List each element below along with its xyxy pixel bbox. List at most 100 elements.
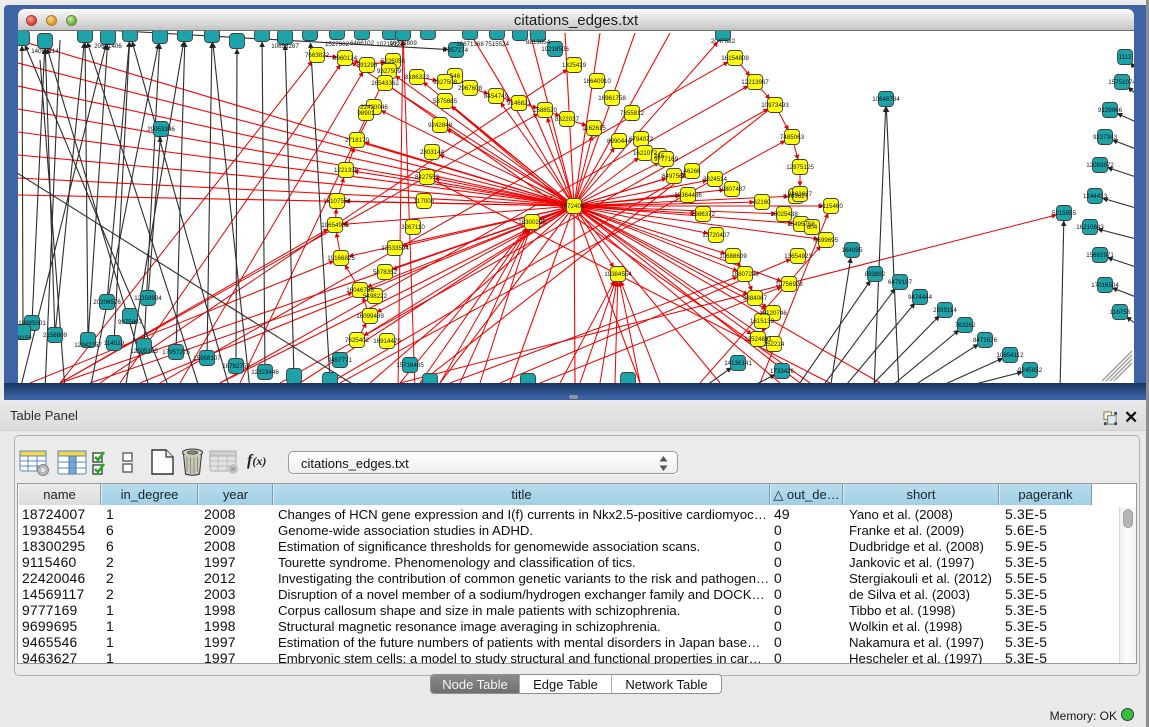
svg-text:12323446: 12323446 [251,369,279,376]
svg-text:62160: 62160 [753,199,771,206]
svg-text:10671368: 10671368 [456,41,484,48]
svg-text:114519: 114519 [104,340,125,347]
svg-text:13720407: 13720407 [702,232,730,239]
svg-text:8454749: 8454749 [484,93,509,100]
svg-text:604: 604 [807,224,818,231]
svg-text:18985001: 18985001 [18,320,46,327]
svg-text:16782759: 16782759 [222,363,250,370]
svg-text:20364436: 20364436 [674,192,702,199]
svg-text:13533594: 13533594 [381,245,409,252]
svg-text:10025438: 10025438 [770,211,798,218]
svg-text:9227343: 9227343 [1093,134,1118,141]
svg-text:10653287: 10653287 [271,43,299,50]
svg-text:10807487: 10807487 [718,186,746,193]
svg-text:1615132: 1615132 [750,318,775,325]
svg-text:1112: 1112 [1119,54,1132,61]
svg-text:9146821: 9146821 [507,100,532,107]
svg-text:252214: 252214 [764,341,785,348]
svg-text:6794072: 6794072 [629,136,654,143]
svg-text:164095: 164095 [842,247,863,254]
svg-text:16033809: 16033809 [389,40,417,47]
svg-text:29053346: 29053346 [147,126,175,133]
svg-text:10973493: 10973493 [761,102,789,109]
svg-text:1733426: 1733426 [770,368,795,375]
svg-text:8960124: 8960124 [333,55,358,62]
svg-text:9699695: 9699695 [814,237,839,244]
svg-text:15716485: 15716485 [396,362,424,369]
svg-text:5226058: 5226058 [381,58,406,65]
svg-text:16961758: 16961758 [598,95,626,102]
svg-text:16543362: 16543362 [371,80,399,87]
svg-text:7986372: 7986372 [691,211,716,218]
svg-text:7485063: 7485063 [780,134,805,141]
svg-text:893892: 893892 [865,271,886,278]
svg-text:5878352: 5878352 [373,269,398,276]
svg-text:39159: 39159 [18,335,32,342]
svg-text:5875685: 5875685 [433,98,458,105]
svg-text:2156809: 2156809 [43,332,68,339]
svg-text:18724007: 18724007 [560,203,588,210]
svg-text:8186323: 8186323 [405,74,430,81]
svg-text:763262: 763262 [955,322,976,329]
svg-text:10688609: 10688609 [719,253,747,260]
svg-text:19384554: 19384554 [604,271,632,278]
svg-text:19218506: 19218506 [541,46,569,53]
svg-text:16154808: 16154808 [721,55,749,62]
svg-text:8471676: 8471676 [973,337,998,344]
svg-text:7515524: 7515524 [485,41,510,48]
svg-text:15958107: 15958107 [193,355,221,362]
svg-text:9777169: 9777169 [654,156,679,163]
svg-text:2803144: 2803144 [420,149,445,156]
svg-text:15692971: 15692971 [1086,252,1114,259]
svg-text:18640910: 18640910 [583,78,611,85]
svg-text:116753: 116753 [1110,309,1131,316]
svg-text:8427552: 8427552 [415,174,440,181]
svg-text:1325419: 1325419 [562,62,587,69]
svg-text:1527602: 1527602 [325,41,350,48]
svg-text:9115460: 9115460 [819,203,843,210]
svg-text:20691406: 20691406 [94,43,122,50]
svg-text:9327509: 9327509 [377,68,402,75]
svg-text:16210643: 16210643 [1076,224,1104,231]
svg-text:2047682: 2047682 [711,38,736,45]
svg-text:18120746: 18120746 [759,310,787,317]
svg-text:16914479: 16914479 [373,338,401,345]
svg-text:9327508: 9327508 [433,79,458,86]
svg-text:19166825: 19166825 [327,255,355,262]
svg-text:9463627: 9463627 [788,191,813,198]
svg-text:12975125: 12975125 [786,164,814,171]
svg-text:9884067: 9884067 [743,295,768,302]
svg-text:14136141: 14136141 [724,360,752,367]
svg-text:10654112: 10654112 [996,352,1024,359]
svg-text:12213967: 12213967 [741,79,769,86]
svg-text:5498222: 5498222 [363,293,388,300]
svg-text:9245652: 9245652 [1018,367,1043,374]
svg-text:3267110: 3267110 [401,224,425,231]
svg-text:9457771: 9457771 [328,357,353,364]
svg-text:17016504: 17016504 [1091,282,1119,289]
svg-text:12942757: 12942757 [74,342,102,349]
svg-text:6479197: 6479197 [888,279,913,286]
svg-text:6466102: 6466102 [350,40,375,47]
svg-text:12505135: 12505135 [130,348,158,355]
svg-text:9474444: 9474444 [908,294,933,301]
svg-text:1588520: 1588520 [533,107,558,114]
svg-text:9242848: 9242848 [428,122,453,129]
svg-text:16099489: 16099489 [356,313,384,320]
svg-text:1244413: 1244413 [1083,193,1108,200]
svg-text:3824514: 3824514 [703,176,728,183]
svg-text:16107554: 16107554 [323,198,351,205]
svg-text:12093872: 12093872 [1086,162,1114,169]
svg-text:18300295: 18300295 [518,219,546,226]
svg-text:13654923: 13654923 [784,253,812,260]
svg-text:5215955: 5215955 [1052,210,1077,217]
svg-text:1221338: 1221338 [334,167,359,174]
svg-text:12359934: 12359934 [134,295,162,302]
svg-text:8990444: 8990444 [607,138,632,145]
svg-text:15751074: 15751074 [1108,79,1134,86]
svg-text:2935114: 2935114 [933,307,957,314]
svg-text:20206576: 20206576 [93,299,121,306]
svg-text:891295: 891295 [357,62,378,69]
svg-text:2967608: 2967608 [458,85,483,92]
svg-text:46266: 46266 [683,168,701,175]
